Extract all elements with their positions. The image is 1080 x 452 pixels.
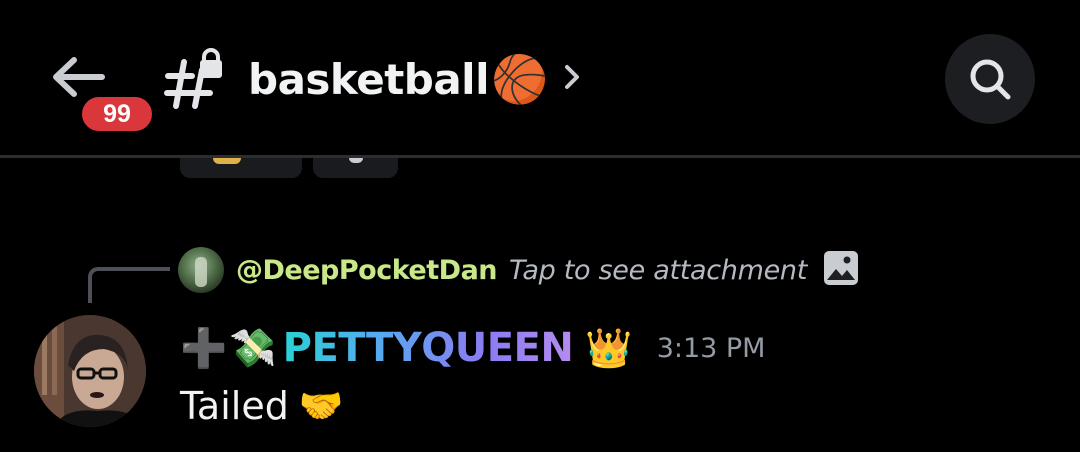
handshake-icon: 🤝 (298, 386, 344, 427)
reaction-emoji-icon (213, 158, 241, 164)
search-icon (970, 59, 1011, 100)
chevron-right-icon[interactable] (562, 62, 582, 96)
basketball-icon: 🏀 (490, 51, 548, 106)
channel-title[interactable]: basketball 🏀 (248, 48, 548, 110)
crown-icon: 👑 (585, 325, 633, 370)
reply-connector (88, 267, 170, 303)
unread-badge: 99 (77, 92, 157, 136)
author-avatar[interactable] (34, 315, 146, 427)
reaction-pill[interactable] (313, 158, 398, 178)
money-with-wings-icon: 💸 (229, 325, 277, 370)
plus-icon: ➕ (180, 325, 228, 370)
search-button[interactable] (945, 34, 1035, 124)
message-timestamp: 3:13 PM (656, 332, 766, 364)
message-text: Tailed (180, 384, 289, 428)
author-name[interactable]: PETTYQUEEN (283, 325, 574, 371)
reply-username[interactable]: @DeepPocketDan (236, 255, 498, 286)
chat-screen: 99 basketball 🏀 @DeepPocketDan Tap to se… (0, 0, 1080, 452)
reaction-pill[interactable] (180, 158, 302, 178)
reaction-emoji-icon (349, 158, 363, 163)
channel-name-text: basketball (248, 54, 489, 104)
reply-preview[interactable]: @DeepPocketDan Tap to see attachment (236, 247, 859, 293)
header-divider (0, 155, 1080, 158)
image-icon (823, 250, 859, 290)
locked-hashtag-icon (162, 48, 228, 110)
channel-header: 99 basketball 🏀 (0, 0, 1080, 157)
reply-text: Tap to see attachment (509, 254, 808, 286)
message-content[interactable]: Tailed 🤝 (180, 380, 344, 432)
reply-avatar[interactable] (178, 247, 224, 293)
message-header: ➕ 💸 PETTYQUEEN 👑 3:13 PM (180, 320, 765, 376)
